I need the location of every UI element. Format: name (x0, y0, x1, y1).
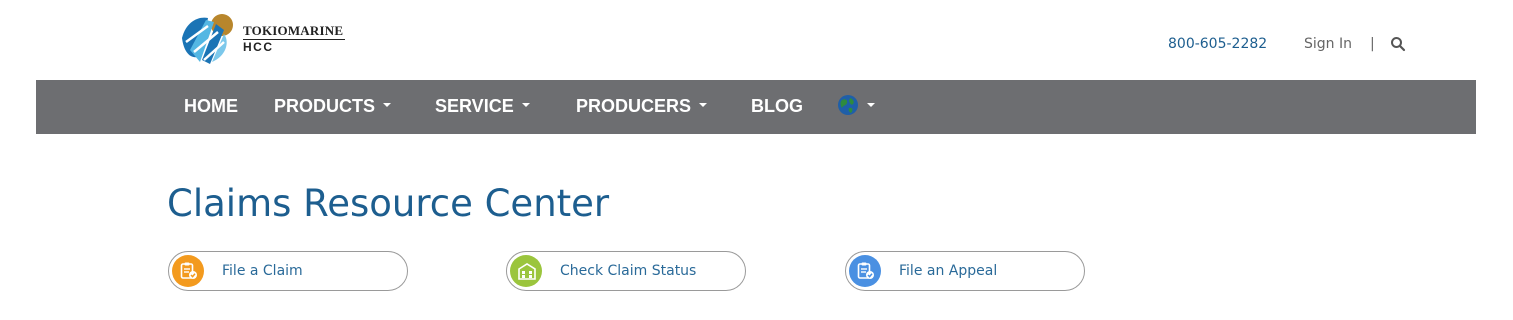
nav-item-language[interactable] (837, 80, 875, 134)
action-label: File a Claim (222, 263, 303, 279)
nav-item-producers[interactable]: PRODUCERS (576, 80, 708, 134)
clipboard-check-icon (180, 262, 197, 279)
action-icon-circle (172, 255, 204, 287)
file-claim-button[interactable]: File a Claim (168, 251, 408, 291)
nav-item-label: PRODUCERS (576, 96, 692, 116)
caret-down-icon (383, 103, 392, 108)
building-icon (518, 263, 536, 280)
search-button[interactable] (1390, 36, 1406, 52)
nav-item-label: BLOG (751, 96, 803, 116)
file-appeal-button[interactable]: File an Appeal (845, 251, 1085, 291)
header-separator: | (1370, 36, 1375, 52)
logo-mark-icon (182, 14, 233, 64)
site-header: TOKIOMARINE HCC 800-605-2282 Sign In | (0, 0, 1513, 80)
nav-item-products[interactable]: PRODUCTS (274, 80, 392, 134)
nav-item-label: HOME (184, 96, 238, 116)
action-label: Check Claim Status (560, 263, 697, 279)
logo-line1: TOKIOMARINE (243, 23, 344, 38)
action-icon-circle (849, 255, 881, 287)
search-icon (1391, 37, 1406, 52)
nav-item-home[interactable]: HOME (184, 80, 238, 134)
company-logo[interactable]: TOKIOMARINE HCC (178, 12, 348, 68)
nav-item-blog[interactable]: BLOG (751, 80, 803, 134)
phone-link[interactable]: 800-605-2282 (1168, 36, 1267, 52)
action-icon-circle (510, 255, 542, 287)
clipboard-check-icon (857, 262, 874, 279)
caret-down-icon (699, 103, 708, 108)
caret-down-icon (521, 103, 530, 108)
page-title: Claims Resource Center (167, 182, 610, 225)
nav-item-label: SERVICE (435, 96, 514, 116)
sign-in-link[interactable]: Sign In (1304, 36, 1352, 52)
logo-wordmark: TOKIOMARINE HCC (243, 24, 345, 54)
check-claim-status-button[interactable]: Check Claim Status (506, 251, 746, 291)
nav-item-service[interactable]: SERVICE (435, 80, 530, 134)
main-nav: HOME PRODUCTS SERVICE PRODUCERS BLOG (36, 80, 1476, 134)
action-label: File an Appeal (899, 263, 998, 279)
nav-item-label: PRODUCTS (274, 96, 376, 116)
logo-line2: HCC (243, 40, 274, 54)
caret-down-icon (867, 103, 875, 108)
globe-icon (838, 95, 858, 116)
